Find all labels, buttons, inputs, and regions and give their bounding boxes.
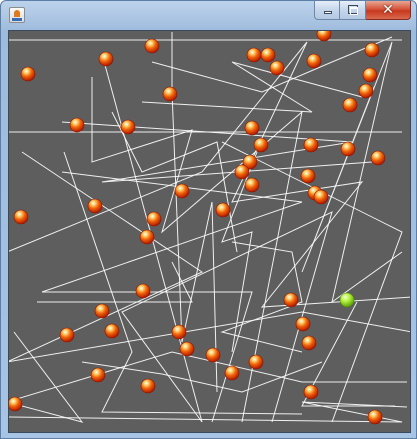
app-window: ✕	[0, 0, 417, 439]
enemy-ball	[260, 47, 276, 63]
enemy-ball	[20, 66, 36, 82]
maximize-button[interactable]	[340, 1, 366, 20]
enemy-ball	[362, 67, 378, 83]
enemy-ball	[224, 365, 240, 381]
enemy-ball	[215, 202, 231, 218]
enemy-ball	[94, 303, 110, 319]
maximize-icon	[348, 5, 358, 15]
enemy-ball	[364, 42, 380, 58]
enemy-ball	[69, 117, 85, 133]
enemy-ball	[87, 198, 103, 214]
enemy-ball	[205, 347, 221, 363]
enemy-ball	[306, 53, 322, 69]
enemy-ball	[370, 150, 386, 166]
enemy-ball	[144, 38, 160, 54]
enemy-ball	[269, 60, 285, 76]
enemy-ball	[244, 177, 260, 193]
enemy-ball	[246, 47, 262, 63]
enemy-ball	[295, 316, 311, 332]
enemy-ball	[179, 341, 195, 357]
game-canvas[interactable]	[8, 30, 411, 433]
trail-line	[141, 61, 363, 113]
enemy-ball	[139, 229, 155, 245]
enemy-ball	[303, 384, 319, 400]
player-ball[interactable]	[339, 292, 355, 308]
enemy-ball	[9, 396, 23, 412]
enemy-ball	[248, 354, 264, 370]
enemy-ball	[358, 83, 374, 99]
enemy-ball	[234, 164, 250, 180]
enemy-ball	[303, 137, 319, 153]
enemy-ball	[342, 97, 358, 113]
enemy-ball	[301, 335, 317, 351]
enemy-ball	[59, 327, 75, 343]
ball-layer	[9, 31, 386, 425]
window-controls: ✕	[314, 1, 411, 21]
enemy-ball	[313, 189, 329, 205]
enemy-ball	[162, 86, 178, 102]
trail-line	[101, 53, 333, 423]
close-button[interactable]: ✕	[366, 1, 411, 20]
close-icon: ✕	[382, 2, 394, 18]
enemy-ball	[13, 209, 29, 225]
enemy-ball	[174, 183, 190, 199]
enemy-ball	[244, 120, 260, 136]
java-app-icon[interactable]	[9, 7, 25, 23]
enemy-ball	[104, 323, 120, 339]
trail-line	[37, 261, 193, 303]
enemy-ball	[90, 367, 106, 383]
enemy-ball	[283, 292, 299, 308]
trail-line	[9, 331, 407, 423]
enemy-ball	[98, 51, 114, 67]
game-arena[interactable]	[9, 31, 411, 433]
enemy-ball	[340, 141, 356, 157]
trail-line	[61, 121, 373, 183]
trail-layer	[9, 32, 410, 423]
title-bar[interactable]: ✕	[1, 1, 416, 27]
minimize-icon	[324, 11, 332, 14]
enemy-ball	[171, 324, 187, 340]
enemy-ball	[146, 211, 162, 227]
trail-line	[81, 361, 323, 393]
enemy-ball	[253, 137, 269, 153]
minimize-button[interactable]	[314, 1, 340, 20]
enemy-ball	[300, 168, 316, 184]
enemy-ball	[120, 119, 136, 135]
enemy-ball	[367, 409, 383, 425]
enemy-ball	[135, 283, 151, 299]
enemy-ball	[140, 378, 156, 394]
